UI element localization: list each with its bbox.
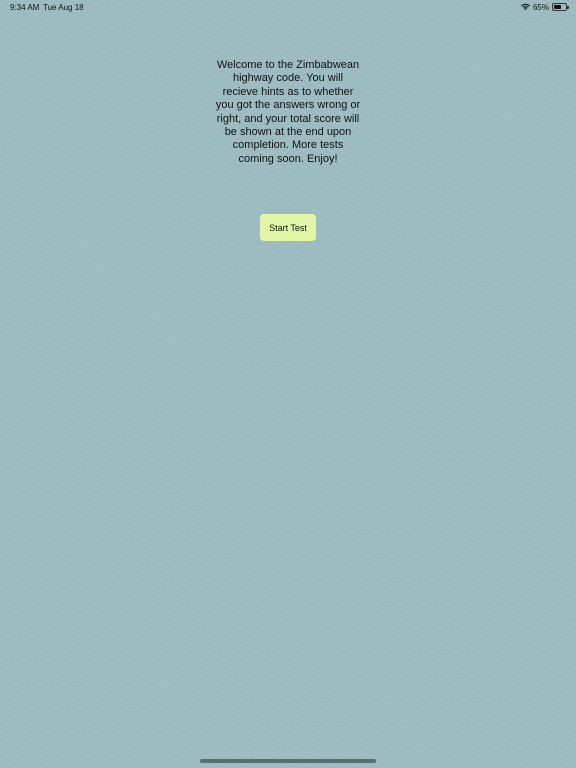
status-date: Tue Aug 18 xyxy=(43,3,84,12)
battery-tip xyxy=(567,6,569,9)
start-test-button[interactable]: Start Test xyxy=(260,214,316,241)
status-bar: 9:34 AM Tue Aug 18 65% xyxy=(0,0,576,14)
battery-icon xyxy=(552,3,569,11)
home-indicator[interactable] xyxy=(200,759,376,763)
status-time: 9:34 AM xyxy=(10,3,40,12)
battery-fill xyxy=(554,5,562,9)
status-indicators: 65% xyxy=(520,2,569,12)
battery-percentage: 65% xyxy=(532,2,549,12)
wifi-icon xyxy=(520,3,530,11)
welcome-message: Welcome to the Zimbabwean highway code. … xyxy=(215,59,361,165)
